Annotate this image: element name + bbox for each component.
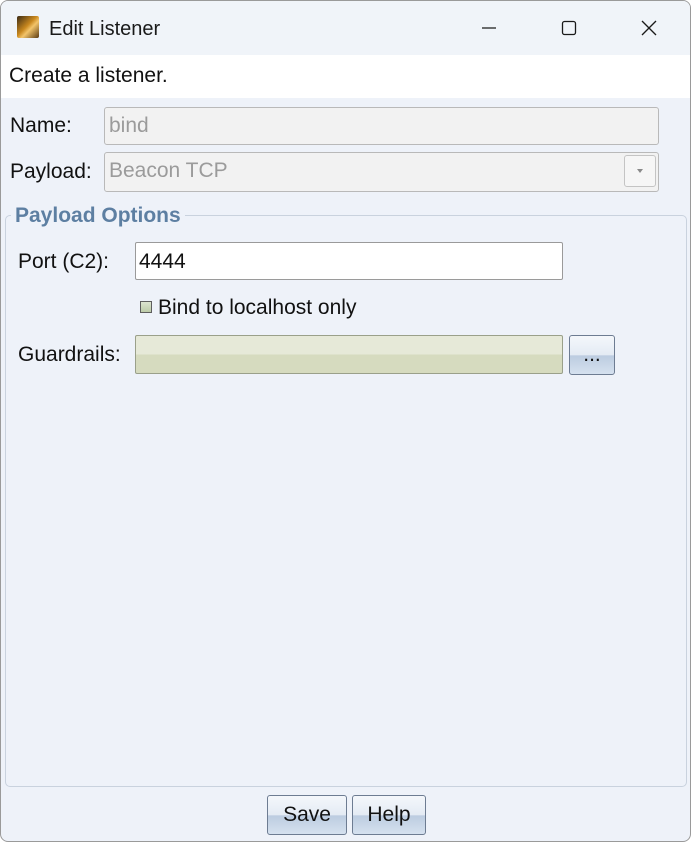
port-input[interactable]: 4444 — [135, 242, 563, 280]
close-button[interactable] — [609, 1, 689, 55]
payload-select-value: Beacon TCP — [109, 159, 228, 182]
maximize-button[interactable] — [529, 1, 609, 55]
save-button[interactable]: Save — [267, 795, 347, 835]
banner-text: Create a listener. — [9, 64, 168, 87]
minimize-button[interactable] — [449, 1, 529, 55]
help-button[interactable]: Help — [352, 795, 426, 835]
name-label: Name: — [10, 114, 72, 137]
payload-options-title: Payload Options — [11, 202, 185, 230]
guardrails-field[interactable] — [135, 335, 563, 374]
name-field[interactable]: bind — [104, 107, 659, 145]
browse-button-label: ... — [583, 343, 601, 366]
guardrails-label: Guardrails: — [18, 343, 121, 366]
help-button-label: Help — [367, 803, 411, 826]
save-button-label: Save — [283, 803, 331, 826]
payload-dropdown-button[interactable] — [624, 155, 656, 187]
minimize-icon — [482, 27, 496, 29]
chevron-down-icon — [637, 169, 643, 173]
maximize-icon — [561, 20, 577, 36]
payload-label: Payload: — [10, 160, 92, 183]
bind-localhost-label: Bind to localhost only — [158, 296, 357, 319]
title-bar: Edit Listener — [1, 1, 690, 55]
port-input-value: 4444 — [139, 250, 186, 273]
edit-listener-dialog: Edit Listener Create a listener. Name: b… — [0, 0, 691, 842]
window-title: Edit Listener — [49, 18, 161, 40]
description-banner: Create a listener. — [1, 55, 690, 98]
payload-select[interactable]: Beacon TCP — [104, 152, 659, 192]
port-label: Port (C2): — [18, 250, 110, 273]
bind-localhost-checkbox[interactable] — [140, 301, 152, 313]
app-icon — [17, 16, 39, 38]
close-icon — [641, 20, 657, 36]
guardrails-browse-button[interactable]: ... — [569, 335, 615, 375]
name-field-value: bind — [109, 114, 149, 137]
